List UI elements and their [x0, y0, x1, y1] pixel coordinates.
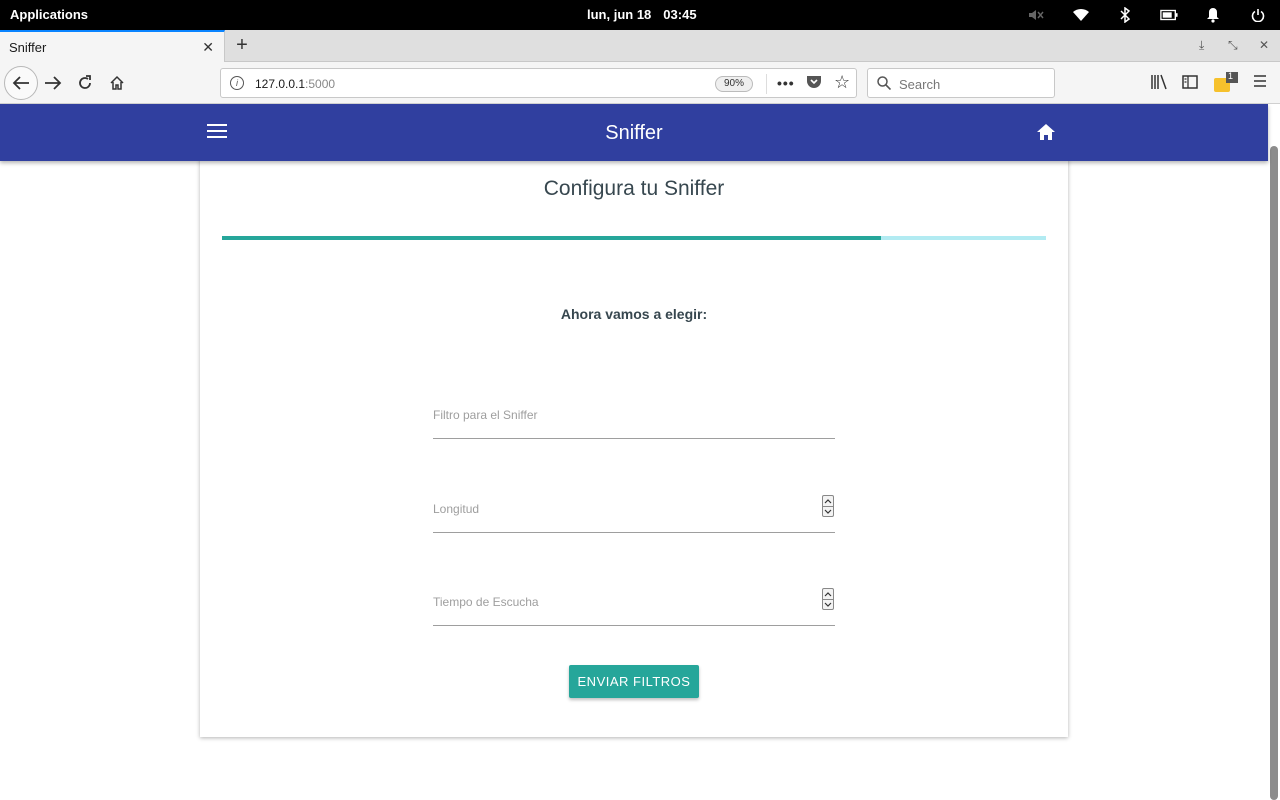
page-actions-icon[interactable]: •••	[777, 75, 795, 91]
clock[interactable]: lun, jun 18 03:45	[587, 7, 697, 22]
chevron-down-icon[interactable]	[823, 506, 833, 516]
navigation-toolbar: i 127.0.0.1:5000 90% ••• ☆ Search 1	[0, 62, 1280, 104]
home-icon	[110, 75, 124, 90]
brand-title[interactable]: Sniffer	[0, 122, 1268, 145]
length-field-label: Longitud	[433, 502, 480, 516]
page-viewport: Sniffer Configura tu Sniffer Ahora vamos…	[0, 104, 1280, 800]
card-title: Configura tu Sniffer	[543, 177, 725, 200]
close-window-icon[interactable]: ✕	[1259, 38, 1269, 52]
chevron-up-icon[interactable]	[823, 589, 833, 599]
search-placeholder: Search	[899, 77, 941, 92]
system-top-bar: Applications lun, jun 18 03:45	[0, 0, 1280, 30]
back-arrow-icon	[12, 76, 29, 90]
home-button[interactable]	[102, 68, 132, 98]
search-bar[interactable]: Search	[867, 68, 1055, 98]
search-icon	[877, 76, 892, 95]
close-tab-icon[interactable]: ✕	[202, 39, 214, 56]
progress-bar	[222, 236, 1046, 240]
extension-badge-count: 1	[1228, 71, 1234, 81]
back-button[interactable]	[4, 66, 38, 100]
bookmark-star-icon[interactable]: ☆	[834, 72, 850, 93]
pocket-icon[interactable]	[806, 75, 822, 92]
length-stepper[interactable]	[822, 495, 834, 517]
scrollbar-thumb[interactable]	[1270, 146, 1278, 800]
tab-strip: Sniffer ✕ + ⤓ ⤡ ✕	[0, 30, 1280, 62]
wifi-icon[interactable]	[1072, 6, 1090, 24]
app-header: Sniffer	[0, 104, 1268, 161]
minimize-window-icon[interactable]: ⤓	[1199, 38, 1204, 53]
library-icon[interactable]	[1150, 74, 1168, 95]
forward-arrow-icon	[45, 76, 62, 90]
notifications-bell-icon[interactable]	[1204, 6, 1222, 24]
restore-window-icon[interactable]: ⤡	[1228, 38, 1238, 53]
filter-field-label: Filtro para el Sniffer	[433, 408, 538, 422]
filter-field[interactable]: Filtro para el Sniffer	[433, 399, 835, 439]
power-icon[interactable]	[1249, 6, 1267, 24]
chevron-up-icon[interactable]	[823, 496, 833, 506]
tab-title: Sniffer	[9, 40, 47, 55]
url-text: 127.0.0.1:5000	[255, 77, 335, 91]
new-tab-icon[interactable]: +	[231, 34, 253, 56]
step-subtitle: Ahora vamos a elegir:	[560, 306, 708, 322]
config-card: Configura tu Sniffer Ahora vamos a elegi…	[200, 144, 1068, 737]
reload-icon	[79, 75, 91, 89]
bluetooth-icon[interactable]	[1116, 6, 1134, 24]
sidebar-toggle-icon[interactable]	[1182, 74, 1198, 95]
progress-fill	[222, 236, 882, 240]
length-field[interactable]: Longitud	[433, 493, 835, 533]
hamburger-menu-icon[interactable]	[1253, 74, 1267, 93]
address-bar[interactable]: i 127.0.0.1:5000 90% ••• ☆	[220, 68, 857, 98]
listen-time-field-label: Tiempo de Escucha	[433, 595, 539, 609]
date-label: lun, jun 18	[587, 7, 652, 22]
battery-icon[interactable]	[1160, 6, 1178, 24]
time-label: 03:45	[663, 7, 697, 22]
forward-button[interactable]	[38, 68, 68, 98]
chevron-down-icon[interactable]	[823, 599, 833, 609]
url-host: 127.0.0.1	[255, 77, 306, 91]
extension-icon[interactable]: 1	[1213, 71, 1239, 99]
reload-button[interactable]	[70, 68, 100, 98]
applications-menu[interactable]: Applications	[10, 7, 88, 22]
volume-muted-icon[interactable]	[1027, 6, 1045, 24]
url-port: :5000	[305, 77, 336, 91]
listen-time-field[interactable]: Tiempo de Escucha	[433, 586, 835, 626]
submit-filters-button[interactable]: ENVIAR FILTROS	[569, 665, 699, 698]
page-scrollbar[interactable]	[1268, 104, 1280, 800]
url-separator	[766, 74, 767, 94]
site-info-icon[interactable]: i	[230, 76, 244, 90]
home-icon[interactable]	[1036, 123, 1056, 146]
tab-sniffer[interactable]: Sniffer ✕	[0, 30, 225, 62]
zoom-level-badge[interactable]: 90%	[715, 76, 753, 92]
listen-time-stepper[interactable]	[822, 588, 834, 610]
